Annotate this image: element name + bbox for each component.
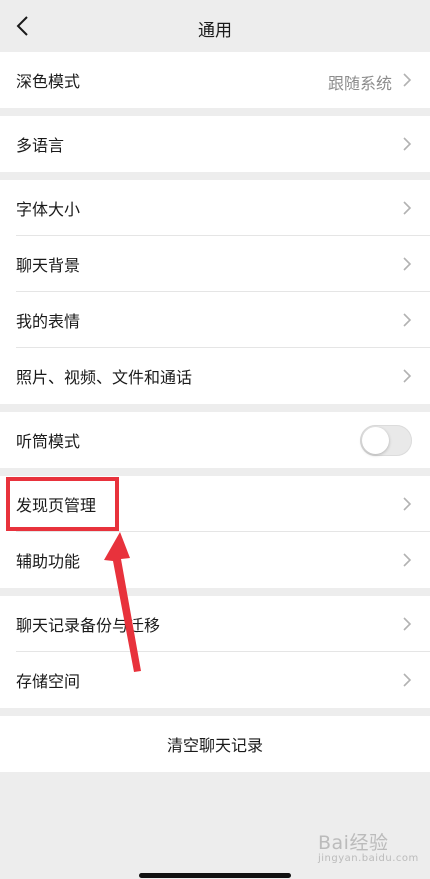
backup-migrate-label: 聊天记录备份与迁移	[16, 616, 161, 635]
language-label: 多语言	[16, 136, 65, 155]
storage-space-row[interactable]: 存储空间	[0, 652, 430, 708]
language-row[interactable]: 多语言	[0, 116, 430, 172]
clear-chat-history-button[interactable]: 清空聊天记录	[0, 716, 430, 772]
dark-mode-label: 深色模式	[16, 72, 81, 91]
chevron-right-icon	[403, 257, 412, 271]
watermark-logo: Bai经验 jingyan.baidu.com	[318, 828, 419, 864]
dark-mode-group: 深色模式 跟随系统	[0, 52, 430, 108]
chevron-right-icon	[403, 617, 412, 631]
nav-bar: 通用	[0, 0, 430, 52]
my-stickers-label: 我的表情	[16, 312, 81, 331]
font-size-label: 字体大小	[16, 200, 81, 219]
media-files-label: 照片、视频、文件和通话	[16, 368, 193, 387]
display-group: 字体大小 聊天背景 我的表情 照片、视频、文件和通话	[0, 180, 430, 404]
chevron-right-icon	[403, 553, 412, 567]
home-indicator	[139, 873, 291, 878]
dark-mode-row[interactable]: 深色模式 跟随系统	[0, 52, 430, 108]
dark-mode-value: 跟随系统	[327, 74, 392, 93]
backup-migrate-row[interactable]: 聊天记录备份与迁移	[0, 596, 430, 652]
accessibility-row[interactable]: 辅助功能	[0, 532, 430, 588]
my-stickers-row[interactable]: 我的表情	[0, 292, 430, 348]
accessibility-label: 辅助功能	[16, 552, 81, 571]
page-title: 通用	[198, 21, 232, 41]
chat-background-row[interactable]: 聊天背景	[0, 236, 430, 292]
chat-background-label: 聊天背景	[16, 256, 81, 275]
chevron-right-icon	[403, 313, 412, 327]
language-group: 多语言	[0, 116, 430, 172]
toggle-knob	[362, 427, 389, 454]
earpiece-toggle[interactable]	[360, 425, 412, 456]
clear-group: 清空聊天记录	[0, 716, 430, 772]
font-size-row[interactable]: 字体大小	[0, 180, 430, 236]
watermark-subtext: jingyan.baidu.com	[318, 853, 419, 864]
storage-group: 聊天记录备份与迁移 存储空间	[0, 596, 430, 708]
storage-space-label: 存储空间	[16, 672, 81, 691]
media-files-row[interactable]: 照片、视频、文件和通话	[0, 348, 430, 404]
earpiece-label: 听筒模式	[16, 432, 81, 451]
watermark-text: Bai经验	[318, 832, 389, 854]
chevron-right-icon	[403, 497, 412, 511]
chevron-right-icon	[403, 673, 412, 687]
chevron-right-icon	[403, 369, 412, 383]
earpiece-row: 听筒模式	[0, 412, 430, 468]
earpiece-group: 听筒模式	[0, 412, 430, 468]
annotation-highlight-box	[6, 477, 119, 531]
chevron-right-icon	[403, 137, 412, 151]
chevron-right-icon	[403, 73, 412, 87]
chevron-right-icon	[403, 201, 412, 215]
